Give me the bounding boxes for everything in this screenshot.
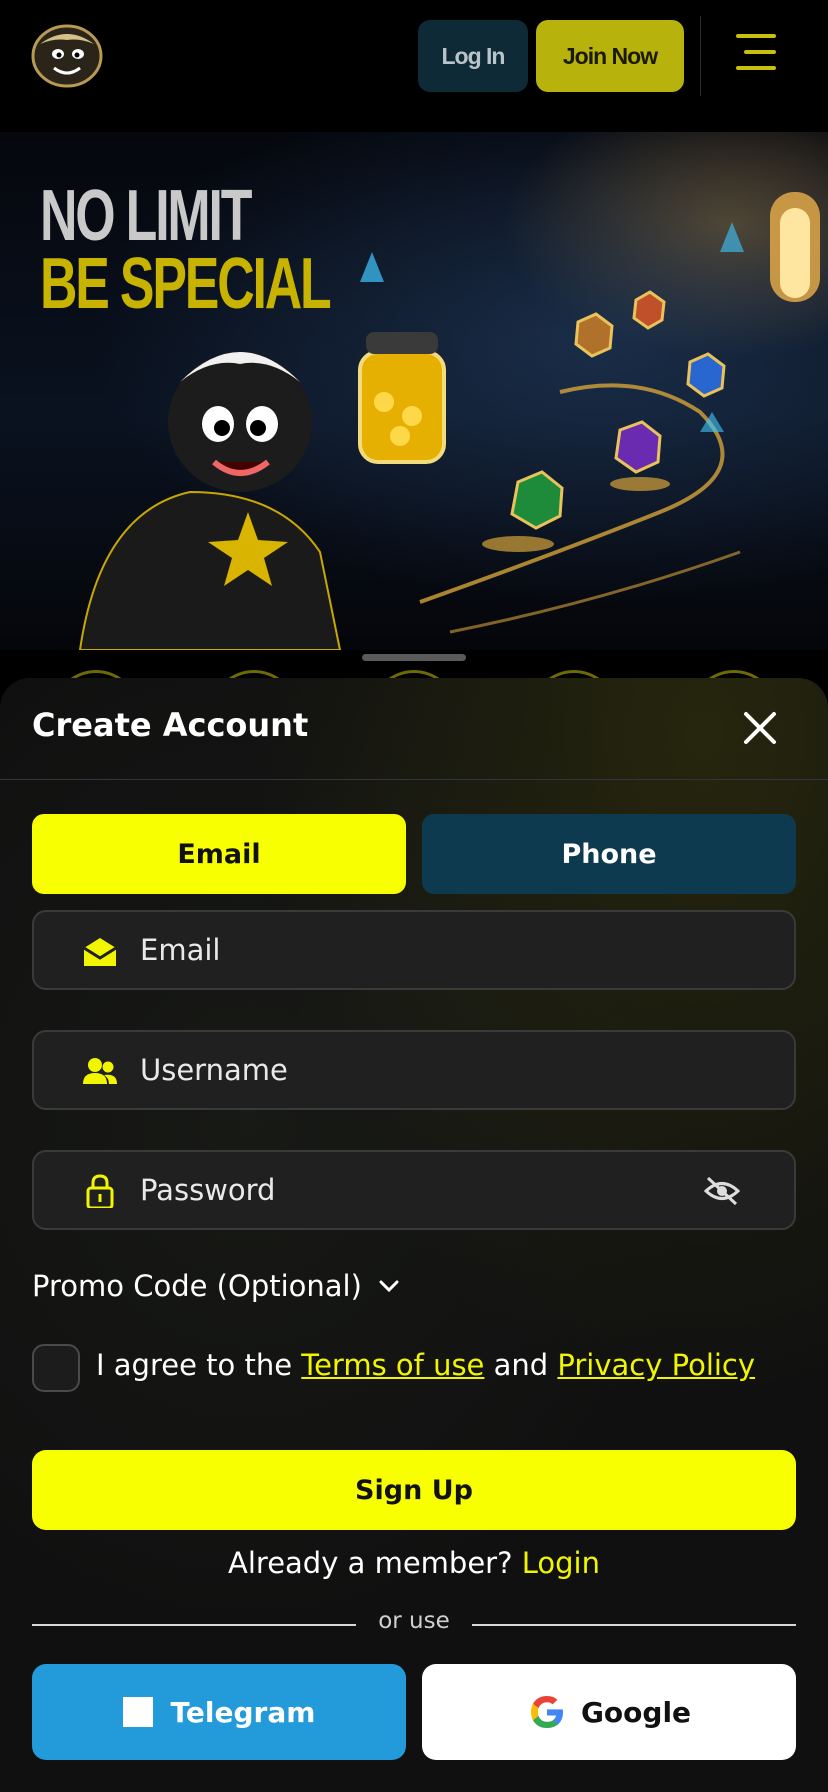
privacy-policy-link[interactable]: Privacy Policy (557, 1348, 755, 1382)
lock-icon (86, 1174, 114, 1208)
users-icon (83, 1058, 117, 1084)
eye-off-icon[interactable] (704, 1176, 740, 1206)
honey-badger-logo-icon[interactable] (30, 22, 104, 88)
login-link[interactable]: Login (522, 1546, 600, 1580)
google-login-button[interactable]: Google (422, 1664, 796, 1760)
hero-banner[interactable]: NO LIMIT BE SPECIAL (0, 132, 828, 650)
telegram-icon (122, 1697, 153, 1727)
password-input[interactable] (138, 1152, 698, 1228)
join-now-button[interactable]: Join Now (536, 20, 684, 92)
member-prompt: Already a member? (228, 1546, 513, 1580)
or-use-label: or use (378, 1608, 450, 1634)
create-account-sheet: Create Account Email Phone Email Usernam… (0, 678, 828, 1792)
hero-artwork (78, 192, 820, 650)
email-input[interactable] (138, 912, 698, 988)
tab-phone[interactable]: Phone (422, 814, 796, 894)
google-icon (530, 1696, 563, 1728)
tab-email[interactable]: Email (32, 814, 406, 894)
terms-of-use-link[interactable]: Terms of use (301, 1348, 484, 1382)
terms-checkbox[interactable] (32, 1344, 80, 1392)
password-field[interactable] (32, 1150, 796, 1230)
login-button[interactable]: Log In (418, 20, 528, 92)
username-input[interactable] (138, 1032, 698, 1108)
promo-code-toggle[interactable]: Promo Code (Optional) (32, 1266, 400, 1306)
agree-prefix: I agree to the (96, 1348, 293, 1382)
sheet-title: Create Account (32, 706, 309, 744)
sheet-divider (0, 779, 828, 780)
sign-up-button[interactable]: Sign Up (32, 1450, 796, 1530)
envelope-icon (83, 938, 117, 966)
chevron-down-icon (379, 1280, 399, 1293)
header-divider (700, 16, 701, 96)
google-label: Google (580, 1695, 692, 1729)
top-header: Log In Join Now (0, 0, 828, 132)
email-field[interactable] (32, 910, 796, 990)
close-icon[interactable] (740, 708, 780, 748)
hamburger-menu-icon[interactable] (728, 34, 776, 74)
telegram-label: Telegram (170, 1695, 316, 1729)
promo-code-label: Promo Code (Optional) (32, 1269, 362, 1303)
agree-and: and (493, 1348, 549, 1382)
username-field[interactable] (32, 1030, 796, 1110)
sheet-drag-handle[interactable] (362, 654, 466, 661)
terms-agreement: I agree to the Terms of use and Privacy … (96, 1348, 755, 1382)
telegram-login-button[interactable]: Telegram (32, 1664, 406, 1760)
already-member-text: Already a member? Login (0, 1546, 828, 1580)
